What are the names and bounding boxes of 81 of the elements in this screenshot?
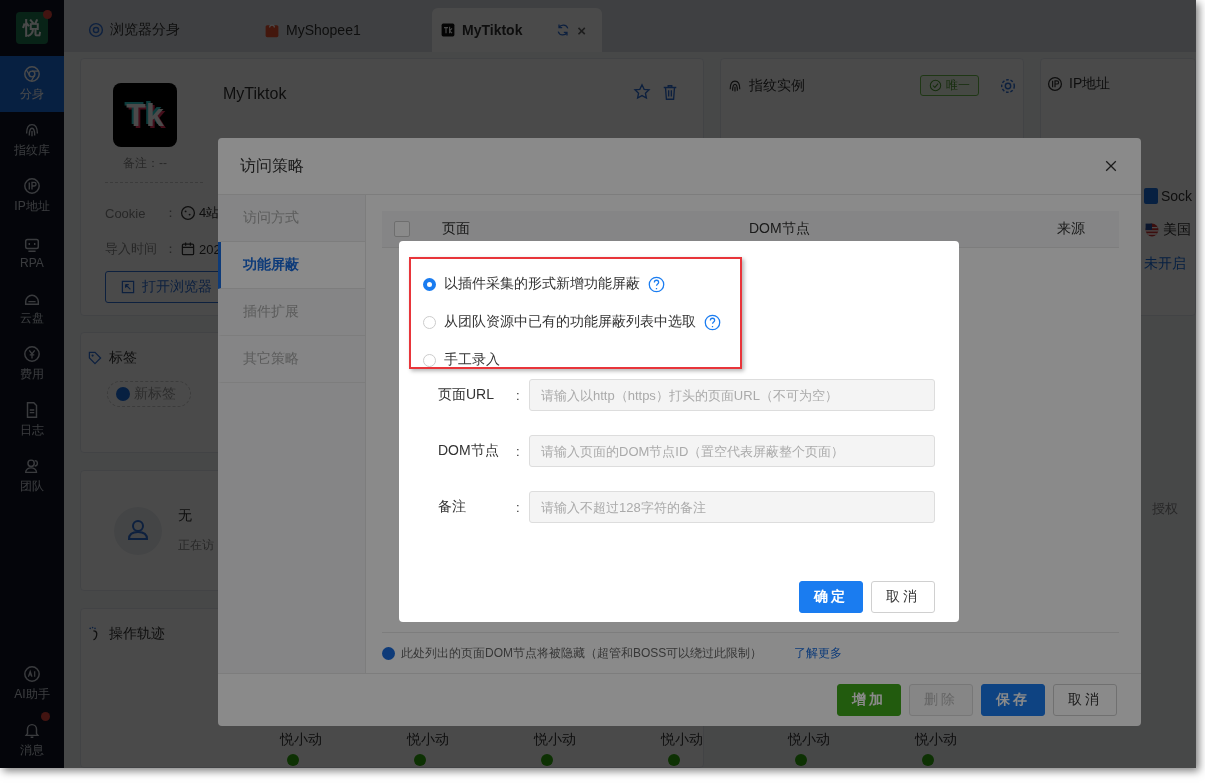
help-icon[interactable] [648,275,665,293]
menu-item[interactable]: 功能屏蔽 [218,242,365,289]
actor-name: 悦小动 [407,731,449,749]
fingerprint-icon [23,121,41,139]
shopping-bag-icon [264,22,280,38]
colon-text: : [516,443,521,459]
people-icon [23,457,41,475]
open-window-icon [120,279,136,295]
app-icon [440,22,456,38]
colon-text: : [516,387,521,403]
actor-name: 悦小动 [280,731,322,749]
card-title: 操作轨迹 [109,625,165,643]
app-avatar: Tk [113,83,177,147]
field-label: DOM节点 [438,442,500,460]
checkbox[interactable] [394,221,410,237]
learn-more-link[interactable]: 了解更多 [794,644,843,662]
tab-label: MyTiktok [462,22,523,38]
country-text: 美国 [1163,221,1191,239]
ip-icon [1047,76,1063,92]
option-label: 以插件采集的形式新增功能屏蔽 [444,275,640,293]
input-field[interactable]: 请输入以http（https）打头的页面URL（不可为空） [529,379,935,411]
app-logo: 悦 [16,12,48,44]
check-circle-icon [929,79,942,92]
browser-icon [88,22,104,38]
dialog-button[interactable]: 取消 [1053,684,1117,716]
colon-text: ： [164,240,177,258]
actor-name: 悦小动 [661,731,703,749]
timeline-dot [922,754,934,766]
bell-icon [23,721,41,739]
profile-name: MyTiktok [223,84,288,103]
flag-icon [1144,222,1160,238]
column-header: 页面 [441,220,471,238]
radio-button[interactable] [423,277,436,291]
dialog-button[interactable]: 增加 [837,684,901,716]
dialog-title: 访问策略 [240,155,304,176]
option-label: 手工录入 [444,351,500,369]
card-title: 标签 [109,349,137,367]
ip-icon [23,177,41,195]
yen-icon [23,345,41,363]
actor-name: 悦小动 [534,731,576,749]
field-value: 4站 [199,204,220,222]
info-icon [382,646,395,660]
proxy-type: Sock [1161,188,1193,204]
note-text: 此处列出的页面DOM节点将被隐藏（超管和BOSS可以绕过此限制） [401,644,763,662]
visitor-name: 无 [178,507,193,525]
dialog-button[interactable]: 保存 [981,684,1045,716]
colon-text: : [516,499,521,515]
trash-icon[interactable] [661,83,679,101]
actor-name: 悦小动 [915,731,957,749]
input-field[interactable]: 请输入页面的DOM节点ID（置空代表屏蔽整个页面） [529,435,935,467]
plus-icon [116,387,130,401]
help-icon[interactable] [704,313,721,331]
proxy-icon [1144,188,1158,204]
browser-icon [23,65,41,83]
option-label: 从团队资源中已有的功能屏蔽列表中选取 [444,313,696,331]
tag-icon [87,350,103,366]
status-link[interactable]: 未开启 [1144,255,1186,273]
close-button[interactable]: × [577,21,586,39]
settings-icon[interactable] [999,76,1017,95]
input-field[interactable]: 请输入不超过128字符的备注 [529,491,935,523]
radio-option[interactable]: 手工录入 [423,341,742,379]
colon-text: ： [164,204,177,222]
card-title: IP地址 [1069,75,1111,93]
radio-option[interactable]: 以插件采集的形式新增功能屏蔽 [423,265,742,303]
radio-option[interactable]: 从团队资源中已有的功能屏蔽列表中选取 [423,303,742,341]
close-icon[interactable] [1103,158,1119,174]
cookie-icon [180,205,196,221]
star-icon[interactable] [633,83,651,101]
calendar-icon [180,241,196,257]
timeline-dot [795,754,807,766]
tab[interactable]: MyTiktok × [432,8,602,52]
column-header: DOM节点 [748,220,811,238]
column-header: 来源 [1056,220,1086,238]
dialog-button[interactable]: 取消 [871,581,935,613]
user-avatar [114,506,162,555]
field-label: 备注 [438,498,467,516]
card-title: 指纹实例 [749,76,805,95]
actor-name: 悦小动 [788,731,830,749]
ai-icon [23,665,41,683]
field-label: 页面URL [438,386,495,404]
dialog-button[interactable]: 确定 [799,581,863,613]
